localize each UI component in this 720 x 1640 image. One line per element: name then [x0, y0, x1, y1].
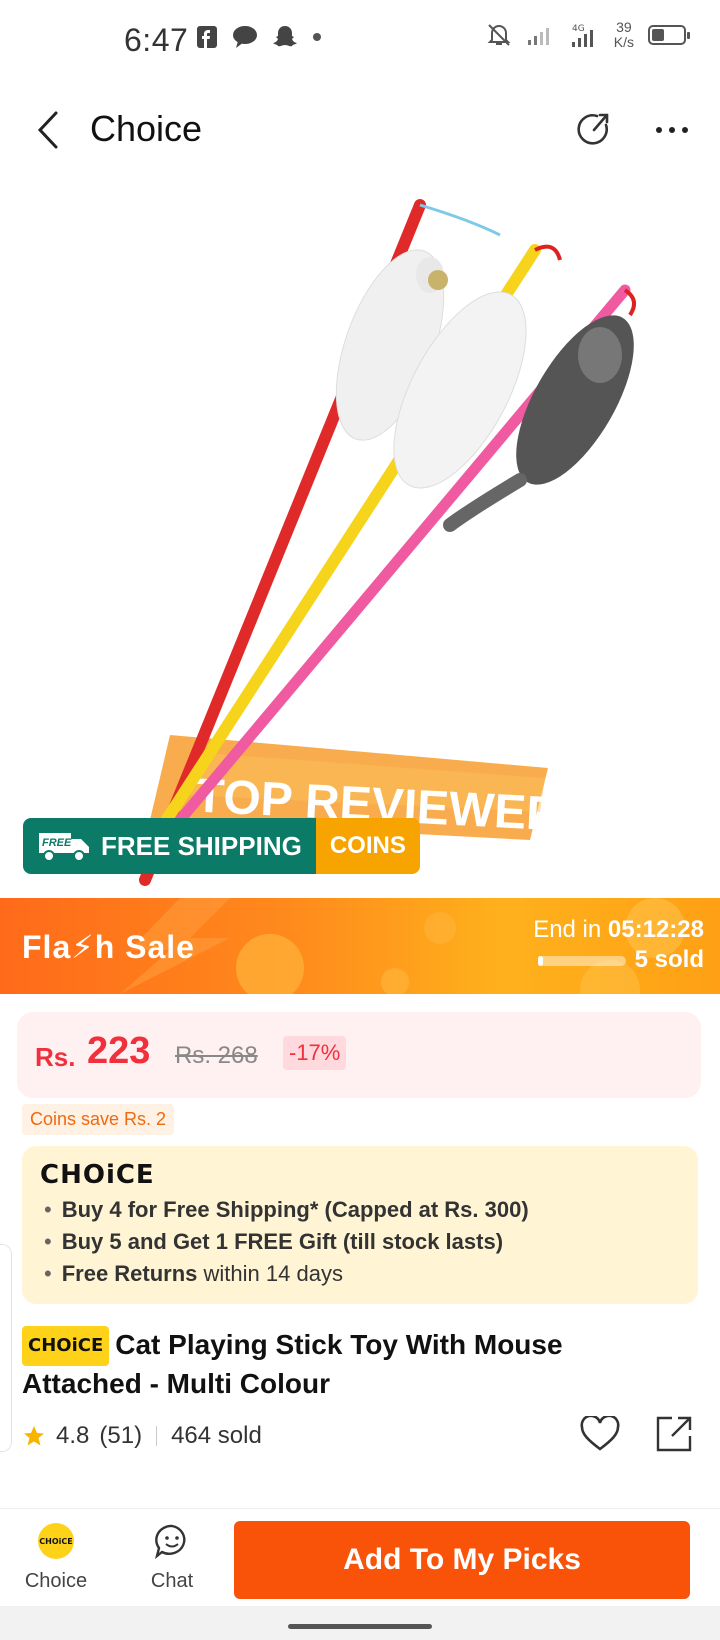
- choice-tag: CHOiCE: [22, 1326, 110, 1366]
- net-speed: 39 K/s: [614, 20, 634, 50]
- free-shipping-badge: FREE FREE SHIPPING: [23, 818, 316, 874]
- chat-icon: [154, 1524, 186, 1560]
- coins-save-tag: Coins save Rs. 2: [22, 1104, 175, 1135]
- perk-rest-text: within 14 days: [197, 1261, 343, 1286]
- nav-chat-label: Chat: [150, 1570, 194, 1592]
- choice-perks-box[interactable]: CHOiCE • Buy 4 for Free Shipping* (Capped…: [22, 1146, 698, 1304]
- page-title: Choice: [90, 108, 203, 149]
- delivery-truck-icon: FREE: [39, 833, 89, 862]
- divider: [156, 1426, 158, 1446]
- net-speed-value: 39: [616, 19, 632, 35]
- star-icon: [24, 1426, 44, 1446]
- share-product-button[interactable]: [652, 1412, 696, 1456]
- end-in-label: End in: [533, 916, 602, 943]
- product-image[interactable]: TOP REVIEWED: [0, 180, 720, 898]
- shipping-coins-badge: FREE FREE SHIPPING COINS: [23, 818, 420, 874]
- dot-icon: [313, 33, 321, 41]
- perk-bold-text: Free Returns: [61, 1261, 198, 1286]
- more-options-button[interactable]: [650, 106, 694, 154]
- rating-row[interactable]: 4.8 (51) 464 sold: [22, 1416, 262, 1456]
- nav-choice-label: Choice: [24, 1570, 88, 1592]
- bottom-action-bar: CHOiCE Choice Chat Add To My Picks: [0, 1508, 720, 1606]
- choice-perk-item: • Buy 5 and Get 1 FREE Gift (till stock l…: [44, 1229, 504, 1254]
- price-box: Rs. 223 Rs. 268 -17%: [17, 1012, 701, 1098]
- current-price: 223: [87, 1030, 151, 1072]
- status-time: 6:47: [124, 22, 189, 58]
- svg-text:4G: 4G: [572, 24, 585, 34]
- chevron-left-icon: [37, 111, 58, 149]
- price-currency: Rs.: [35, 1042, 76, 1072]
- choice-perk-item: • Buy 4 for Free Shipping* (Capped at Rs.…: [44, 1197, 529, 1222]
- snapchat-icon: [273, 26, 297, 47]
- side-drawer-handle[interactable]: [0, 1244, 12, 1452]
- choice-logo: CHOiCE: [40, 1160, 155, 1190]
- share-icon: [577, 113, 609, 145]
- perk-bold-text: Buy 5 and Get 1 FREE Gift (till stock la…: [61, 1229, 504, 1254]
- sold-progress-bar: [538, 956, 626, 966]
- wishlist-button[interactable]: [578, 1412, 622, 1456]
- original-price: Rs. 268: [175, 1042, 258, 1069]
- add-to-picks-button[interactable]: Add To My Picks: [234, 1521, 690, 1599]
- choice-perk-item: • Free Returns within 14 days: [44, 1261, 343, 1286]
- flash-sale-banner: Fla⚡h Sale End in 05:12:28 5 sold: [0, 898, 720, 994]
- mute-icon: [487, 24, 511, 46]
- perk-bold-text: Buy 4 for Free Shipping* (Capped at Rs. …: [61, 1197, 529, 1222]
- flash-sold-count: 5 sold: [634, 946, 704, 973]
- sold-progress-fill: [538, 956, 544, 966]
- app-header: Choice: [0, 80, 720, 180]
- review-count: (51): [99, 1422, 143, 1449]
- countdown-timer: 05:12:28: [607, 916, 704, 943]
- free-shipping-label: FREE SHIPPING: [101, 830, 302, 861]
- battery-icon: [648, 25, 690, 45]
- sold-count: 464 sold: [171, 1422, 262, 1449]
- back-button[interactable]: [28, 106, 68, 154]
- choice-perks-list: • Buy 4 for Free Shipping* (Capped at Rs.…: [44, 1194, 529, 1290]
- cat-toy-illustration: TOP REVIEWED: [139, 199, 636, 886]
- more-dots-icon: [656, 127, 688, 133]
- rating-value: 4.8: [56, 1422, 90, 1449]
- free-tag-text: FREE: [42, 837, 72, 849]
- share-button[interactable]: [572, 106, 616, 154]
- choice-icon-text: CHOiCE: [39, 1537, 72, 1546]
- coins-badge: COINS: [315, 818, 420, 874]
- discount-badge: -17%: [283, 1036, 347, 1070]
- chat-bubble-icon: [233, 26, 257, 48]
- nav-choice[interactable]: CHOiCE Choice: [16, 1517, 96, 1601]
- nav-chat[interactable]: Chat: [132, 1517, 212, 1601]
- external-share-icon: [656, 1416, 692, 1452]
- flash-sale-countdown: End in 05:12:28: [533, 916, 704, 944]
- flash-sale-title: Fla⚡h Sale: [22, 929, 195, 965]
- net-speed-unit: K/s: [613, 34, 634, 50]
- signal-4g-icon: 4G: [571, 24, 593, 47]
- home-indicator[interactable]: [288, 1624, 432, 1629]
- notification-icons: [196, 24, 322, 50]
- gesture-bar: [0, 1606, 720, 1640]
- signal-icon: [527, 28, 549, 45]
- status-bar: 6:47 4G 39 K/s: [0, 0, 720, 80]
- facebook-icon: [197, 26, 217, 48]
- system-icons: 4G 39 K/s: [486, 20, 690, 50]
- choice-store-icon: CHOiCE: [38, 1523, 74, 1559]
- heart-icon: [580, 1416, 620, 1451]
- product-title-block: CHOiCE Cat Playing Stick Toy With Mouse A…: [22, 1326, 682, 1402]
